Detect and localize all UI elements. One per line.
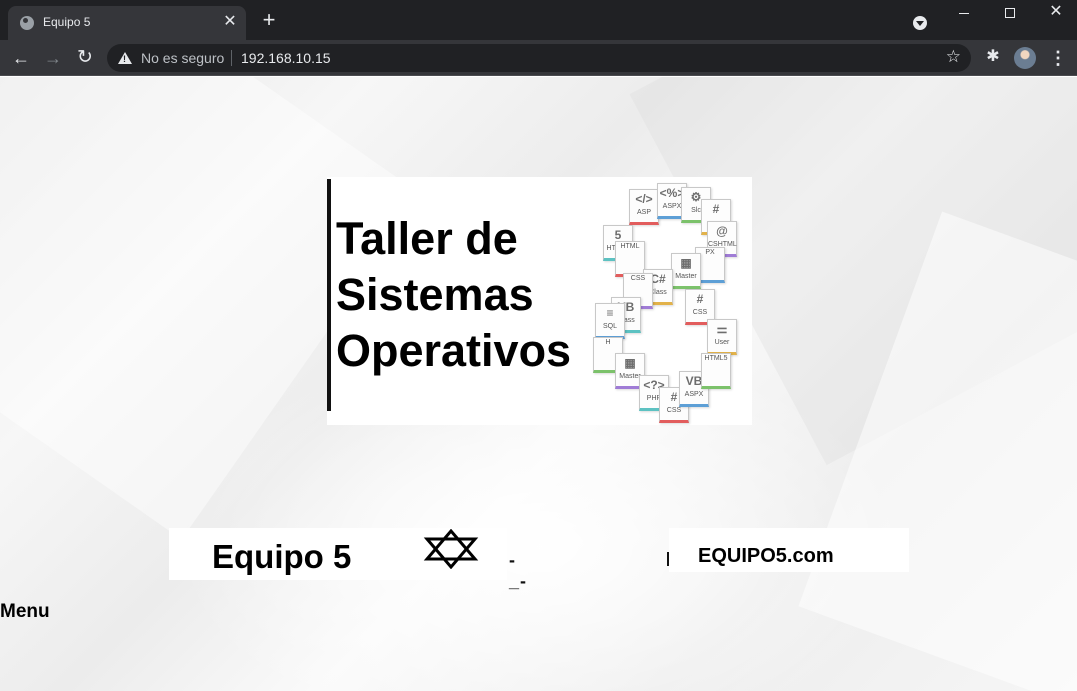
file-type-label: ASPX [684,391,704,398]
team-domain: EQUIPO5.com [698,545,834,567]
url-text[interactable]: 192.168.10.15 [241,50,331,66]
file-type-label: CSS [692,309,708,316]
file-type-symbol: ⚌ [716,322,728,336]
back-button[interactable]: ← [9,46,33,70]
header-banner-image: Taller de Sistemas Operativos </> ASP <%> A… [327,177,752,425]
file-type-label: CSS [630,275,646,282]
security-label[interactable]: No es seguro [141,50,224,66]
profile-avatar[interactable] [1014,47,1036,69]
warning-icon[interactable] [118,52,132,64]
banner-title-line: Operativos [336,325,572,376]
file-type-label: SQL [602,323,617,330]
file-type-icon: ⚌ User [707,319,737,355]
window-close-button[interactable]: ✕ [1033,0,1077,26]
file-type-icon: ≡ SQL [595,303,625,339]
file-type-icon: HTML5 [701,353,731,389]
page-viewport: Taller de Sistemas Operativos </> ASP <%> A… [0,77,1077,691]
bookmark-star-icon[interactable]: ☆ [946,47,961,67]
file-type-label: CSS [666,407,682,414]
tab-close-button[interactable]: ✕ [222,13,238,31]
team-banner-left: Equipo 5 -_- [169,528,526,591]
browser-toolbar: ← → ↻ No es seguro 192.168.10.15 ☆ [0,40,1077,76]
file-type-label: Master [675,273,697,280]
file-type-symbol: ≡ [606,306,614,320]
file-type-label: HTML [620,243,640,250]
forward-button[interactable]: → [41,46,65,70]
browser-menu-button[interactable]: ⋮ [1048,47,1068,69]
tab-search-icon[interactable] [913,16,927,30]
file-icons-eight-illustration: </>ASP<%>ASPX⚙Slc#@CSHTML5HTML5HTMLPX▦Ma… [589,177,752,425]
file-type-symbol: # [696,292,704,306]
address-bar[interactable]: No es seguro 192.168.10.15 ☆ [107,44,971,72]
dash-emoticon: -_- [509,550,528,591]
browser-tab[interactable]: Equipo 5 ✕ [8,6,246,40]
banner-title-line: Taller de [336,213,518,264]
extensions-icon[interactable]: ✱ [983,47,1003,67]
file-type-symbol: </> [635,192,653,206]
menu-heading: Menu [0,601,50,622]
file-type-label: H [605,339,611,346]
banner-title: Taller de Sistemas Operativos [336,211,596,379]
star-of-david-icon [423,529,479,569]
file-type-symbol: # [712,202,720,216]
tab-title: Equipo 5 [43,15,91,29]
globe-icon [20,16,34,30]
maximize-icon [1005,8,1015,19]
banner-title-line: Sistemas [336,269,534,320]
reload-button[interactable]: ↻ [73,46,97,70]
file-type-label: User [714,339,730,346]
file-type-label: ASP [636,209,651,216]
minimize-icon [959,12,969,14]
tab-strip: Equipo 5 ✕ + ✕ [0,0,1077,40]
file-type-icon: HTML [615,241,645,277]
minimize-button[interactable] [941,0,987,26]
file-type-icon: ▦ Master [671,253,701,289]
file-type-label: HTML5 [704,355,728,362]
team-title: Equipo 5 [212,538,352,575]
maximize-button[interactable] [987,0,1033,26]
file-type-symbol: ▦ [624,356,636,370]
team-banner-image: Equipo 5 -_- EQUIPO5.com [169,528,909,591]
file-type-icon: </> ASP [629,189,659,225]
address-divider [231,50,232,66]
file-type-symbol: @ [716,224,728,238]
banner-accent-bar [327,179,331,411]
new-tab-button[interactable]: + [258,9,280,31]
file-type-symbol: ▦ [680,256,692,270]
